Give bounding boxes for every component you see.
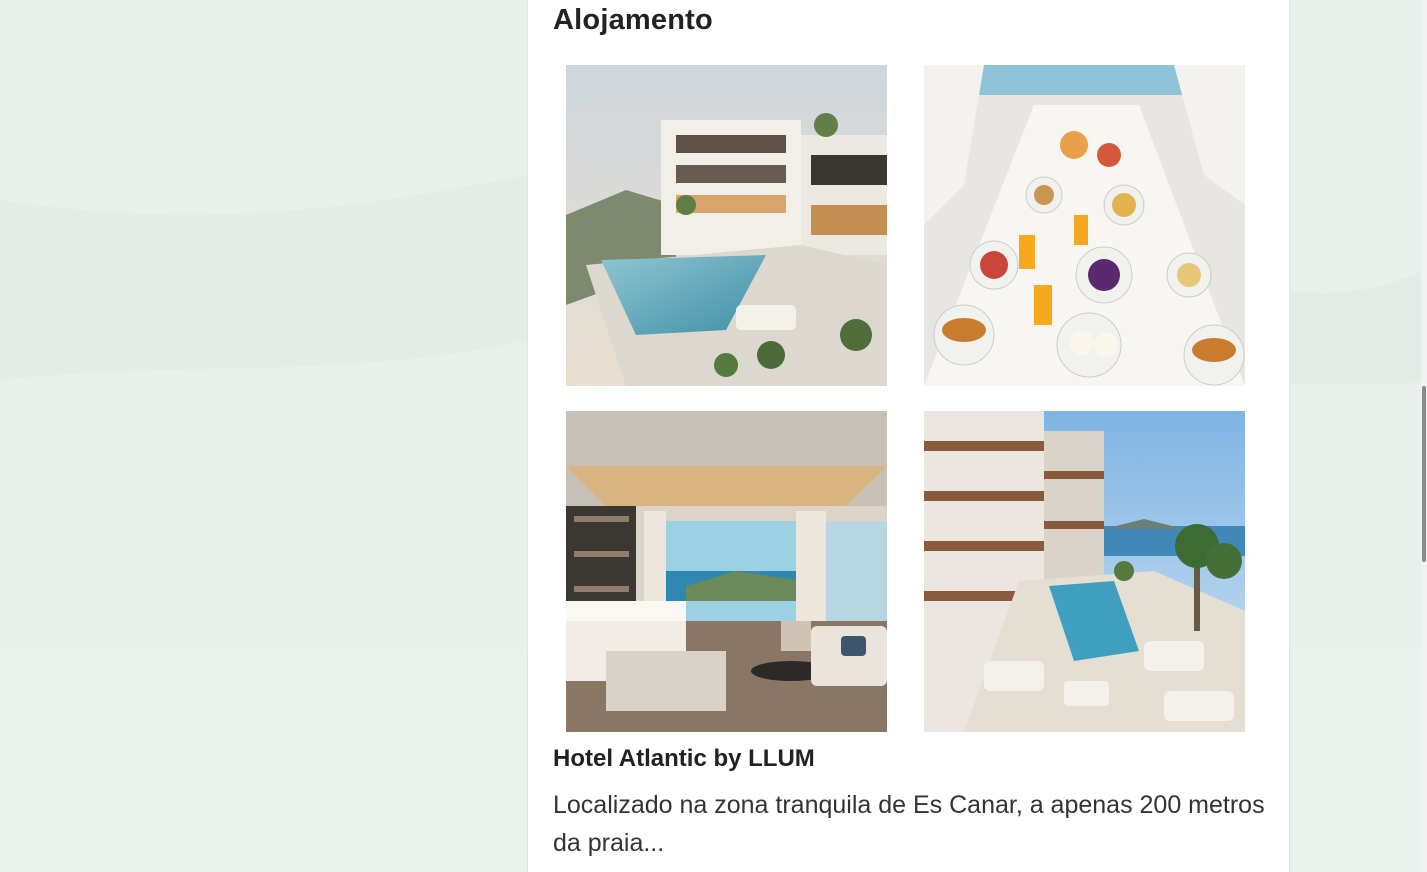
section-title: Alojamento xyxy=(553,4,713,36)
accommodation-card: Alojamento Hotel Atlantic by LLUM Locali… xyxy=(527,0,1290,872)
scrollbar-thumb[interactable] xyxy=(1422,386,1426,562)
hotel-exterior-pool-photo[interactable] xyxy=(566,65,887,386)
hotel-room-interior-photo[interactable] xyxy=(566,411,887,732)
page-scrollbar[interactable] xyxy=(1421,0,1427,872)
hotel-pool-terrace-photo[interactable] xyxy=(924,411,1245,732)
hotel-description: Localizado na zona tranquila de Es Canar… xyxy=(553,791,1265,857)
hotel-name[interactable]: Hotel Atlantic by LLUM xyxy=(553,745,815,773)
breakfast-buffet-photo[interactable] xyxy=(924,65,1245,386)
